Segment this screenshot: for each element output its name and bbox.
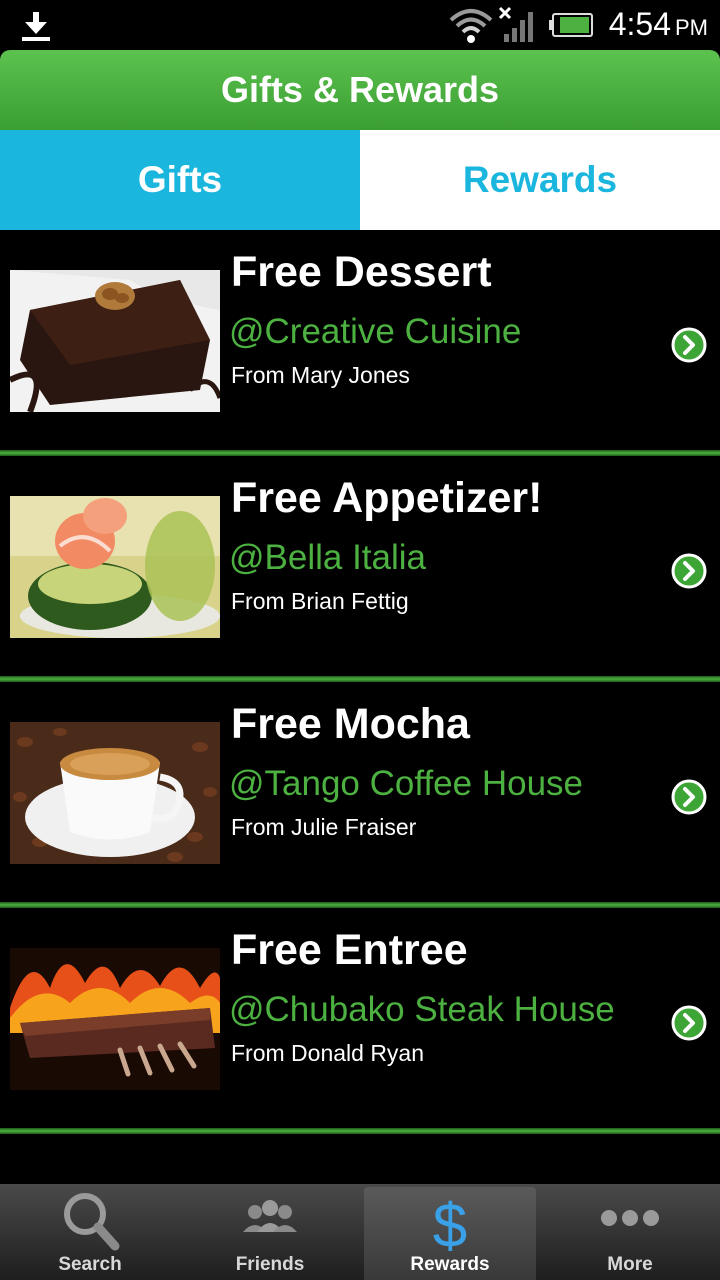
download-icon: [22, 12, 50, 41]
gifts-rewards-screen: 4:54 PM Gifts & Rewards Gifts Rewards Fr…: [0, 0, 720, 1280]
gift-place: @Chubako Steak House: [229, 990, 615, 1029]
gift-from: From Julie Fraiser: [231, 814, 417, 840]
tab-rewards[interactable]: Rewards: [360, 130, 720, 230]
gift-from: From Donald Ryan: [231, 1040, 425, 1066]
wifi-icon: [449, 9, 493, 43]
gift-from: From Mary Jones: [231, 362, 410, 388]
nav-more[interactable]: More: [540, 1184, 720, 1280]
friends-icon: [243, 1200, 297, 1232]
list-item[interactable]: Free Dessert @Creative Cuisine From Mary…: [0, 230, 720, 456]
nav-label: Friends: [235, 1254, 305, 1275]
chevron-right-icon[interactable]: [671, 327, 707, 363]
nav-search[interactable]: Search: [0, 1184, 180, 1280]
gift-title: Free Entree: [231, 926, 468, 974]
gift-place: @Tango Coffee House: [229, 764, 583, 803]
gift-list: Free Dessert @Creative Cuisine From Mary…: [0, 230, 720, 1185]
gift-place: @Creative Cuisine: [229, 312, 522, 351]
entree-image: [10, 948, 220, 1090]
list-item[interactable]: Free Appetizer! @Bella Italia From Brian…: [0, 456, 720, 682]
nav-label: Search: [58, 1254, 122, 1275]
nav-label: Rewards: [410, 1254, 490, 1275]
appetizer-image: [10, 496, 220, 638]
bottom-nav: Search Friends $ Rewards More: [0, 1184, 720, 1280]
divider: [0, 1128, 720, 1134]
chevron-right-icon[interactable]: [671, 779, 707, 815]
tab-bar: Gifts Rewards: [0, 130, 720, 244]
gift-title: Free Appetizer!: [231, 474, 543, 522]
status-clock: 4:54 PM: [608, 6, 708, 42]
tab-gifts[interactable]: Gifts: [0, 130, 360, 244]
gift-title: Free Mocha: [231, 700, 470, 748]
gift-title: Free Dessert: [231, 248, 492, 296]
nav-friends[interactable]: Friends: [180, 1184, 360, 1280]
search-icon: [64, 1193, 120, 1251]
chevron-right-icon[interactable]: [671, 1005, 707, 1041]
dollar-icon: $: [433, 1192, 467, 1255]
list-item[interactable]: Free Entree @Chubako Steak House From Do…: [0, 908, 720, 1134]
status-bar: 4:54 PM: [0, 0, 720, 50]
svg-text:$: $: [433, 1192, 467, 1255]
gift-from: From Brian Fettig: [231, 588, 409, 614]
more-icon: [601, 1210, 659, 1226]
dessert-image: [10, 270, 220, 412]
chevron-right-icon[interactable]: [671, 553, 707, 589]
list-item[interactable]: Free Mocha @Tango Coffee House From Juli…: [0, 682, 720, 908]
page-title: Gifts & Rewards: [220, 69, 500, 110]
nav-label: More: [607, 1254, 653, 1275]
nav-rewards[interactable]: $ Rewards: [364, 1187, 536, 1280]
gift-place: @Bella Italia: [229, 538, 427, 577]
battery-icon: [549, 13, 593, 37]
app-header: Gifts & Rewards: [0, 50, 720, 130]
signal-icon: [498, 6, 533, 42]
coffee-image: [10, 722, 220, 864]
